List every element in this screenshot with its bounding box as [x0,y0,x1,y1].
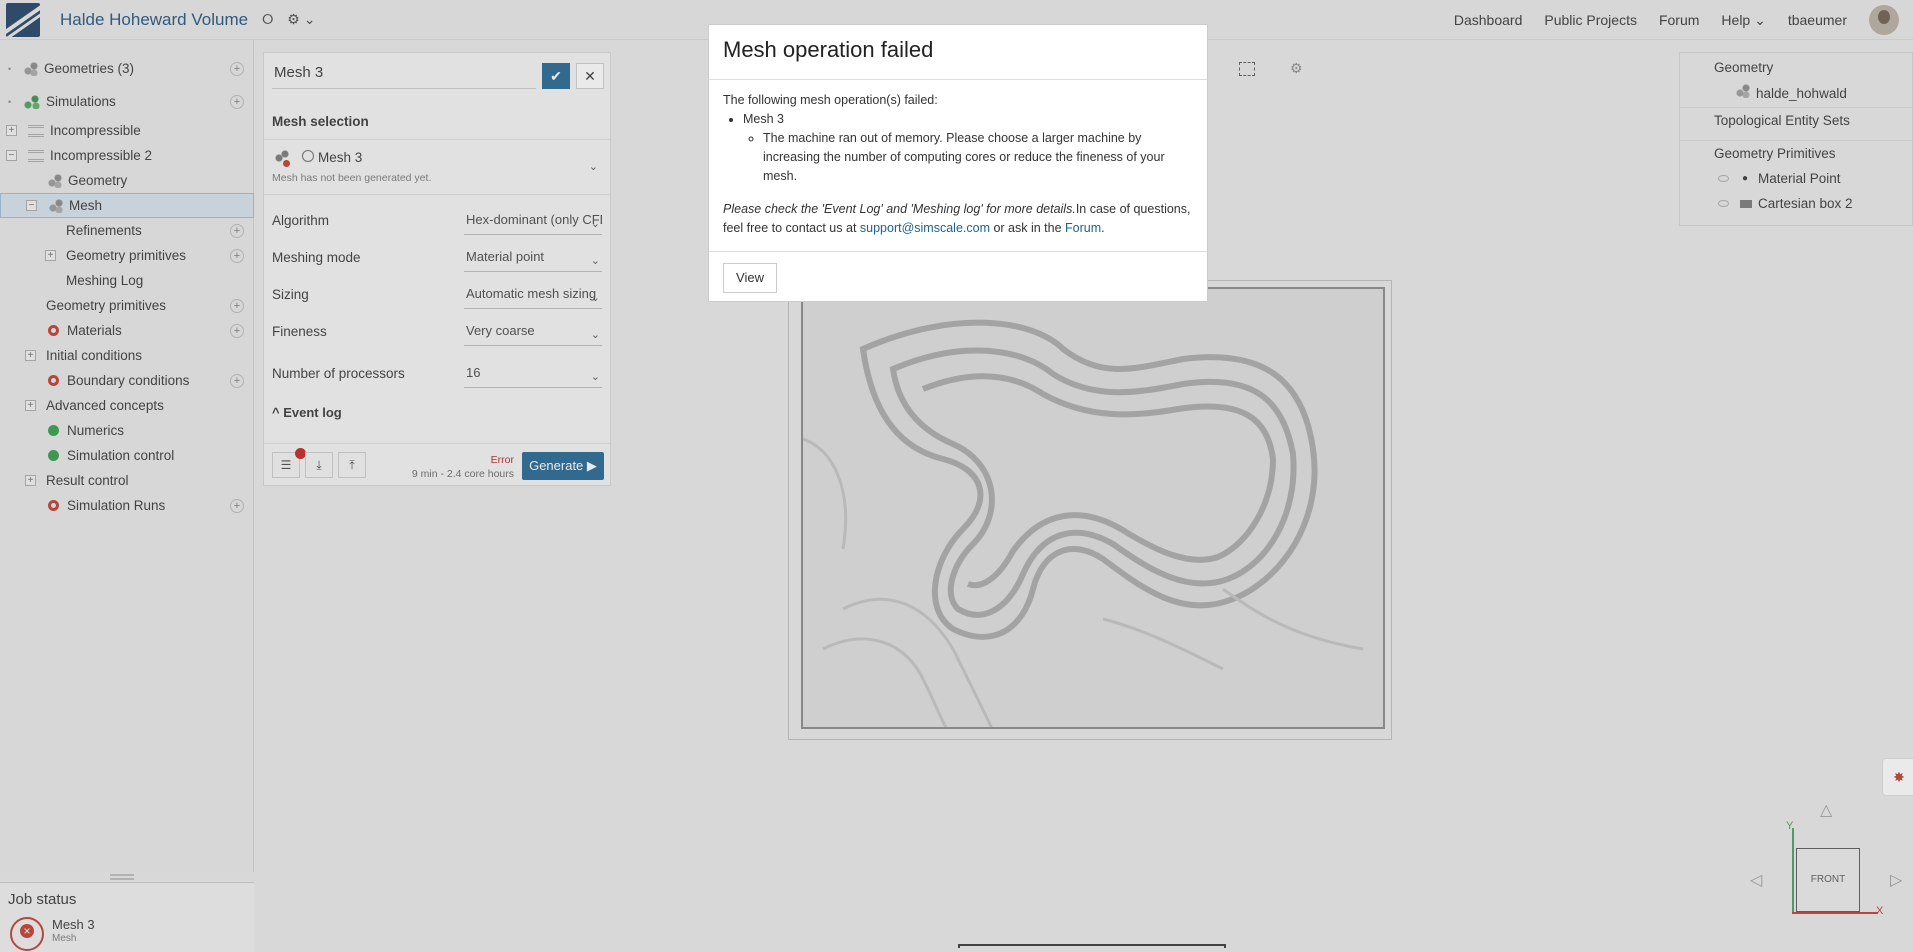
dialog-body: The following mesh operation(s) failed: … [723,91,1193,238]
failed-operation-item: Mesh 3 The machine ran out of memory. Pl… [743,110,1193,186]
failure-reasons: The machine ran out of memory. Please ch… [743,129,1193,186]
dialog-intro: The following mesh operation(s) failed: [723,93,938,107]
help-note-italic: Please check the 'Event Log' and 'Meshin… [723,202,1076,216]
support-email-link[interactable]: support@simscale.com [860,221,990,235]
failed-operation-name: Mesh 3 [743,112,784,126]
mesh-failed-dialog: Mesh operation failed The following mesh… [708,24,1208,302]
forum-link[interactable]: Forum [1065,221,1101,235]
dialog-help-note: Please check the 'Event Log' and 'Meshin… [723,200,1193,238]
failed-operations-list: Mesh 3 The machine ran out of memory. Pl… [723,110,1193,186]
divider [709,79,1207,80]
view-button[interactable]: View [723,263,777,293]
divider [709,251,1207,252]
failure-reason: The machine ran out of memory. Please ch… [763,129,1193,186]
dialog-title: Mesh operation failed [723,37,934,62]
help-note-end: . [1101,221,1105,235]
help-note-or: or ask in the [989,221,1066,235]
